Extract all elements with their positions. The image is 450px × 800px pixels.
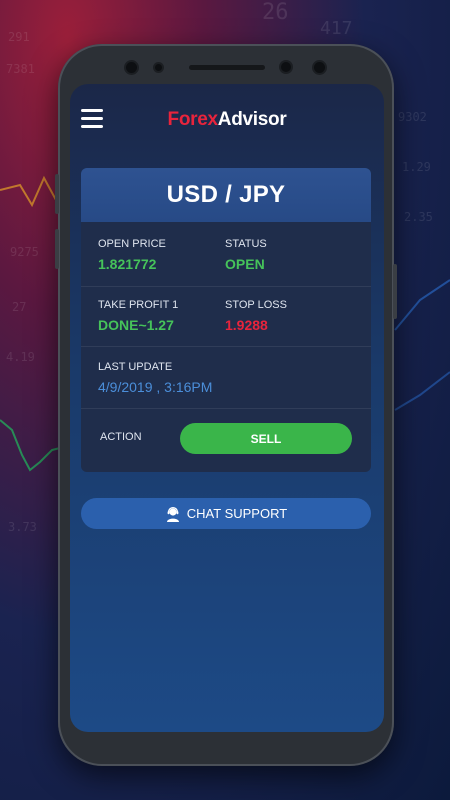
bg-number: 291 [8, 30, 30, 44]
phone-volume-button [55, 229, 59, 269]
bg-number: 2.35 [404, 210, 433, 224]
currency-pair-title: USD / JPY [81, 168, 371, 222]
sell-button[interactable]: SELL [180, 423, 352, 454]
bg-number: 3.73 [8, 520, 37, 534]
bg-number: 26 [262, 0, 289, 25]
earpiece-speaker [189, 65, 265, 70]
take-profit-label: TAKE PROFIT 1 [98, 299, 179, 311]
last-update-row: LAST UPDATE 4/9/2019 , 3:16PM [81, 346, 371, 409]
open-price-value: 1.821772 [98, 256, 157, 272]
sensor-icon [314, 62, 325, 73]
action-row: ACTION SELL [81, 408, 371, 472]
profit-loss-row: TAKE PROFIT 1 DONE~1.27 STOP LOSS 1.9288 [81, 286, 371, 347]
iris-scanner-icon [281, 62, 291, 72]
signal-card: USD / JPY OPEN PRICE 1.821772 STATUS OPE… [81, 168, 371, 472]
bg-number: 27 [12, 300, 27, 314]
open-price-block: OPEN PRICE 1.821772 [98, 238, 166, 272]
stop-loss-block: STOP LOSS 1.9288 [225, 299, 287, 333]
last-update-value: 4/9/2019 , 3:16PM [98, 379, 213, 395]
bg-number: 1.29 [402, 160, 431, 174]
logo-forex: Forex [167, 109, 219, 130]
last-update-label: LAST UPDATE [98, 361, 173, 373]
status-label: STATUS [225, 238, 267, 250]
price-status-row: OPEN PRICE 1.821772 STATUS OPEN [81, 222, 371, 286]
bg-number: 9275 [10, 245, 39, 259]
support-agent-icon [166, 506, 179, 522]
bg-number: 7381 [6, 62, 35, 76]
stop-loss-value: 1.9288 [225, 317, 268, 333]
take-profit-block: TAKE PROFIT 1 DONE~1.27 [98, 299, 178, 333]
chat-support-button[interactable]: CHAT SUPPORT [81, 498, 371, 529]
sensor-icon [155, 64, 162, 71]
bg-number: 417 [320, 18, 353, 39]
action-label: ACTION [100, 431, 142, 443]
chat-support-label: CHAT SUPPORT [186, 506, 288, 521]
logo-advisor: Advisor [217, 109, 287, 130]
bg-number: 4.19 [6, 350, 35, 364]
open-price-label: OPEN PRICE [98, 238, 166, 250]
take-profit-value: DONE~1.27 [98, 317, 174, 333]
phone-power-button [393, 264, 397, 319]
app-logo: ForexAdvisor [70, 109, 384, 131]
bg-number: 9302 [398, 110, 427, 124]
app-screen: ForexAdvisor USD / JPY OPEN PRICE 1.8217… [70, 84, 384, 732]
status-value: OPEN [225, 256, 265, 272]
phone-volume-button [55, 174, 59, 214]
front-camera-icon [126, 62, 137, 73]
last-update-block: LAST UPDATE 4/9/2019 , 3:16PM [98, 361, 212, 395]
status-block: STATUS OPEN [225, 238, 267, 272]
stop-loss-label: STOP LOSS [225, 299, 287, 311]
